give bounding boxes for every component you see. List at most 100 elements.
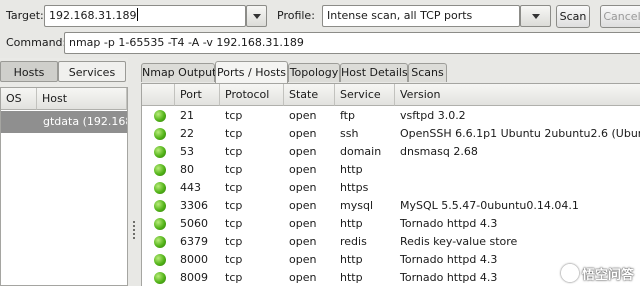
- cell-state: open: [289, 253, 317, 266]
- cell-state: open: [289, 163, 317, 176]
- chevron-down-icon: [531, 14, 540, 19]
- open-status-icon: [154, 200, 166, 212]
- pane-splitter[interactable]: [128, 58, 140, 286]
- cell-service: mysql: [340, 199, 373, 212]
- cell-port: 8000: [180, 253, 208, 266]
- cell-protocol: tcp: [225, 145, 243, 158]
- cell-state: open: [289, 235, 317, 248]
- cell-port: 80: [180, 163, 194, 176]
- command-input[interactable]: nmap -p 1-65535 -T4 -A -v 192.168.31.189: [64, 32, 640, 54]
- port-row[interactable]: 80 tcp open http: [142, 161, 640, 179]
- open-status-icon: [154, 146, 166, 158]
- cell-state: open: [289, 145, 317, 158]
- cell-port: 443: [180, 181, 201, 194]
- command-label: Command:: [6, 36, 67, 49]
- port-row[interactable]: 6379 tcp open redis Redis key-value store: [142, 233, 640, 251]
- cell-port: 8009: [180, 271, 208, 284]
- cell-protocol: tcp: [225, 127, 243, 140]
- port-row[interactable]: 3306 tcp open mysql MySQL 5.5.47-0ubuntu0.14…: [142, 197, 640, 215]
- cell-protocol: tcp: [225, 163, 243, 176]
- cell-port: 5060: [180, 217, 208, 230]
- cell-service: http: [340, 253, 363, 266]
- cell-state: open: [289, 199, 317, 212]
- cell-service: ssh: [340, 127, 359, 140]
- host-row-selected[interactable]: gtdata (192.168.31.189): [1, 111, 127, 133]
- cell-port: 3306: [180, 199, 208, 212]
- target-input[interactable]: 192.168.31.189: [44, 5, 246, 27]
- cell-protocol: tcp: [225, 199, 243, 212]
- cancel-button[interactable]: Cancel: [600, 5, 640, 28]
- cell-service: ftp: [340, 109, 355, 122]
- column-header-state[interactable]: State: [284, 84, 335, 106]
- cell-protocol: tcp: [225, 253, 243, 266]
- column-header-status[interactable]: [142, 84, 175, 106]
- column-header-os[interactable]: OS: [1, 88, 37, 110]
- cell-protocol: tcp: [225, 181, 243, 194]
- column-header-host[interactable]: Host: [37, 88, 127, 110]
- open-status-icon: [154, 236, 166, 248]
- cell-protocol: tcp: [225, 217, 243, 230]
- profile-value: Intense scan, all TCP ports: [327, 9, 473, 22]
- open-status-icon: [154, 272, 166, 284]
- tab-scans[interactable]: Scans: [408, 63, 447, 82]
- cell-port: 21: [180, 109, 194, 122]
- hosts-list: OS Host gtdata (192.168.31.189): [0, 87, 128, 286]
- port-row[interactable]: 5060 tcp open http Tornado httpd 4.3: [142, 215, 640, 233]
- open-status-icon: [154, 164, 166, 176]
- left-pane: Hosts Services OS Host gtdata (192.168.3…: [0, 58, 128, 286]
- cell-version: Tornado httpd 4.3: [400, 253, 498, 266]
- port-row[interactable]: 53 tcp open domain dnsmasq 2.68: [142, 143, 640, 161]
- grip-dot: [133, 225, 135, 227]
- scan-button[interactable]: Scan: [556, 5, 590, 28]
- target-dropdown-button[interactable]: [246, 5, 267, 27]
- cell-version: Tornado httpd 4.3: [400, 217, 498, 230]
- target-value: 192.168.31.189: [49, 9, 137, 22]
- hosts-toggle[interactable]: Hosts: [0, 61, 58, 82]
- services-toggle[interactable]: Services: [58, 61, 126, 82]
- tab-ports-hosts[interactable]: Ports / Hosts: [215, 61, 288, 83]
- column-header-service[interactable]: Service: [335, 84, 395, 106]
- column-header-version[interactable]: Version: [395, 84, 640, 106]
- cell-version: MySQL 5.5.47-0ubuntu0.14.04.1: [400, 199, 579, 212]
- column-header-protocol[interactable]: Protocol: [220, 84, 284, 106]
- cell-service: http: [340, 163, 363, 176]
- port-row[interactable]: 22 tcp open ssh OpenSSH 6.6.1p1 Ubuntu 2ubun…: [142, 125, 640, 143]
- cell-port: 53: [180, 145, 194, 158]
- cell-protocol: tcp: [225, 271, 243, 284]
- open-status-icon: [154, 182, 166, 194]
- cell-state: open: [289, 217, 317, 230]
- open-status-icon: [154, 218, 166, 230]
- watermark: 悟空问答: [530, 264, 634, 284]
- chevron-down-icon: [252, 14, 261, 19]
- cell-service: domain: [340, 145, 382, 158]
- grip-dot: [133, 237, 135, 239]
- profile-dropdown-button[interactable]: [520, 5, 551, 27]
- cell-protocol: tcp: [225, 109, 243, 122]
- cell-version: Redis key-value store: [400, 235, 518, 248]
- profile-label: Profile:: [277, 9, 315, 22]
- command-value: nmap -p 1-65535 -T4 -A -v 192.168.31.189: [69, 36, 304, 49]
- tab-nmap-output[interactable]: Nmap Output: [141, 63, 216, 82]
- open-status-icon: [154, 254, 166, 266]
- port-row[interactable]: 443 tcp open https: [142, 179, 640, 197]
- ports-table: Port Protocol State Service Version 21 tc…: [141, 83, 640, 286]
- cell-protocol: tcp: [225, 235, 243, 248]
- watermark-text: 悟空问答: [581, 268, 634, 283]
- cell-state: open: [289, 181, 317, 194]
- tab-host-details[interactable]: Host Details: [340, 63, 408, 82]
- grip-dot: [133, 229, 135, 231]
- cell-service: http: [340, 217, 363, 230]
- cell-state: open: [289, 109, 317, 122]
- target-label: Target:: [6, 9, 44, 22]
- cell-version: vsftpd 3.0.2: [400, 109, 466, 122]
- open-status-icon: [154, 110, 166, 122]
- cell-state: open: [289, 271, 317, 284]
- grip-dot: [133, 233, 135, 235]
- watermark-logo-icon: [560, 264, 579, 282]
- tab-topology[interactable]: Topology: [288, 63, 340, 82]
- profile-select[interactable]: Intense scan, all TCP ports: [322, 5, 520, 27]
- cell-version: Tornado httpd 4.3: [400, 271, 498, 284]
- cell-version: dnsmasq 2.68: [400, 145, 478, 158]
- port-row[interactable]: 21 tcp open ftp vsftpd 3.0.2: [142, 107, 640, 125]
- column-header-port[interactable]: Port: [175, 84, 220, 106]
